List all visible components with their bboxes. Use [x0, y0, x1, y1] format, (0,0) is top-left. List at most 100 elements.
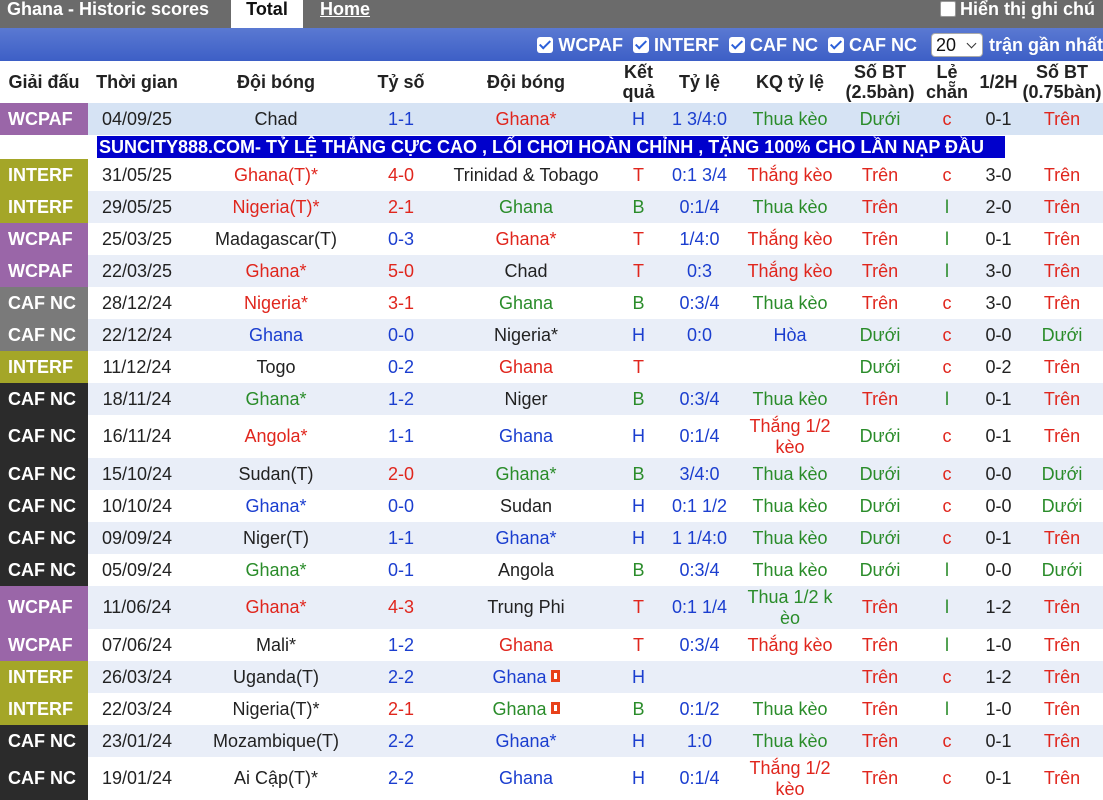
- score-cell[interactable]: 0-2: [366, 351, 436, 383]
- table-row[interactable]: CAF NC 15/10/24 Sudan(T) 2-0 Ghana* B 3/4:0 Thu…: [0, 458, 1103, 490]
- col-over-under[interactable]: Số BT (2.5bàn): [842, 61, 918, 103]
- home-team-cell[interactable]: Nigeria*: [186, 287, 366, 319]
- score-cell[interactable]: 3-1: [366, 287, 436, 319]
- home-team-cell[interactable]: Ghana*: [186, 554, 366, 586]
- table-row[interactable]: CAF NC 09/09/24 Niger(T) 1-1 Ghana* H 1 1/4:0 T…: [0, 522, 1103, 554]
- table-row[interactable]: INTERF 11/12/24 Togo 0-2 Ghana T Dưới c 0-2 Trên: [0, 351, 1103, 383]
- checkbox-icon[interactable]: [728, 37, 745, 53]
- score-cell[interactable]: 0-0: [366, 319, 436, 351]
- home-team-cell[interactable]: Ai Cập(T)*: [186, 757, 366, 800]
- away-team-cell[interactable]: Ghana: [436, 351, 616, 383]
- table-row[interactable]: WCPAF 25/03/25 Madagascar(T) 0-3 Ghana* T 1/4:…: [0, 223, 1103, 255]
- competition-cell[interactable]: WCPAF: [0, 103, 88, 135]
- competition-cell[interactable]: WCPAF: [0, 629, 88, 661]
- show-notes-checkbox[interactable]: [940, 1, 956, 17]
- competition-cell[interactable]: WCPAF: [0, 255, 88, 287]
- tab-home[interactable]: Home: [320, 0, 370, 18]
- competition-cell[interactable]: INTERF: [0, 693, 88, 725]
- filter-caf-nc-1[interactable]: CAF NC: [728, 35, 818, 56]
- table-row[interactable]: WCPAF 22/03/25 Ghana* 5-0 Chad T 0:3 Thắng kèo T…: [0, 255, 1103, 287]
- home-team-cell[interactable]: Mozambique(T): [186, 725, 366, 757]
- score-cell[interactable]: 1-1: [366, 522, 436, 554]
- score-cell[interactable]: 0-3: [366, 223, 436, 255]
- checkbox-icon[interactable]: [827, 37, 844, 53]
- away-team-cell[interactable]: Ghana*: [436, 223, 616, 255]
- competition-cell[interactable]: INTERF: [0, 661, 88, 693]
- score-cell[interactable]: 2-0: [366, 458, 436, 490]
- competition-cell[interactable]: INTERF: [0, 191, 88, 223]
- away-team-cell[interactable]: Ghana: [436, 629, 616, 661]
- score-cell[interactable]: 4-0: [366, 159, 436, 191]
- away-team-cell[interactable]: Ghana*: [436, 458, 616, 490]
- away-team-cell[interactable]: Ghana*: [436, 725, 616, 757]
- home-team-cell[interactable]: Ghana: [186, 319, 366, 351]
- tab-total[interactable]: Total: [231, 0, 303, 28]
- score-cell[interactable]: 1-1: [366, 415, 436, 458]
- away-team-cell[interactable]: Niger: [436, 383, 616, 415]
- competition-cell[interactable]: CAF NC: [0, 757, 88, 800]
- away-team-cell[interactable]: Ghana*: [436, 103, 616, 135]
- col-home-team[interactable]: Đội bóng: [186, 61, 366, 103]
- promo-banner[interactable]: SUNCITY888.COM- TỶ LỆ THẮNG CỰC CAO , LỐ…: [97, 136, 1005, 158]
- competition-cell[interactable]: INTERF: [0, 351, 88, 383]
- home-team-cell[interactable]: Uganda(T): [186, 661, 366, 693]
- col-date[interactable]: Thời gian: [88, 61, 186, 103]
- score-cell[interactable]: 1-1: [366, 103, 436, 135]
- away-team-cell[interactable]: Nigeria*: [436, 319, 616, 351]
- score-cell[interactable]: 1-2: [366, 383, 436, 415]
- home-team-cell[interactable]: Ghana*: [186, 490, 366, 522]
- col-competition[interactable]: Giải đấu: [0, 61, 88, 103]
- col-score[interactable]: Tỷ số: [366, 61, 436, 103]
- score-cell[interactable]: 2-1: [366, 191, 436, 223]
- filter-caf-nc-2[interactable]: CAF NC: [827, 35, 917, 56]
- table-row[interactable]: INTERF 22/03/24 Nigeria(T)* 2-1 Ghana B 0:1/2 T…: [0, 693, 1103, 725]
- col-result[interactable]: Kết quả: [616, 61, 661, 103]
- col-odd-even[interactable]: Lẻ chẵn: [918, 61, 976, 103]
- table-row[interactable]: CAF NC 18/11/24 Ghana* 1-2 Niger B 0:3/4 Thua k…: [0, 383, 1103, 415]
- home-team-cell[interactable]: Ghana(T)*: [186, 159, 366, 191]
- competition-cell[interactable]: CAF NC: [0, 725, 88, 757]
- col-odds[interactable]: Tỷ lệ: [661, 61, 738, 103]
- score-cell[interactable]: 1-2: [366, 629, 436, 661]
- competition-cell[interactable]: CAF NC: [0, 415, 88, 458]
- checkbox-icon[interactable]: [632, 37, 649, 53]
- score-cell[interactable]: 0-0: [366, 490, 436, 522]
- away-team-cell[interactable]: Trinidad & Tobago: [436, 159, 616, 191]
- competition-cell[interactable]: CAF NC: [0, 287, 88, 319]
- table-row[interactable]: CAF NC 23/01/24 Mozambique(T) 2-2 Ghana* H 1:0…: [0, 725, 1103, 757]
- home-team-cell[interactable]: Togo: [186, 351, 366, 383]
- away-team-cell[interactable]: Ghana*: [436, 522, 616, 554]
- home-team-cell[interactable]: Nigeria(T)*: [186, 191, 366, 223]
- away-team-cell[interactable]: Chad: [436, 255, 616, 287]
- checkbox-icon[interactable]: [537, 37, 554, 53]
- competition-cell[interactable]: WCPAF: [0, 586, 88, 629]
- table-row[interactable]: CAF NC 19/01/24 Ai Cập(T)* 2-2 Ghana H 0:1/4 Th…: [0, 757, 1103, 800]
- col-away-team[interactable]: Đội bóng: [436, 61, 616, 103]
- table-row[interactable]: INTERF 26/03/24 Uganda(T) 2-2 Ghana H Trên c 1-2…: [0, 661, 1103, 693]
- competition-cell[interactable]: CAF NC: [0, 554, 88, 586]
- table-row[interactable]: WCPAF 07/06/24 Mali* 1-2 Ghana T 0:3/4 Thắng kè…: [0, 629, 1103, 661]
- home-team-cell[interactable]: Niger(T): [186, 522, 366, 554]
- home-team-cell[interactable]: Ghana*: [186, 586, 366, 629]
- home-team-cell[interactable]: Ghana*: [186, 255, 366, 287]
- away-team-cell[interactable]: Ghana: [436, 191, 616, 223]
- col-over-under-2[interactable]: Số BT (0.75bàn): [1021, 61, 1103, 103]
- home-team-cell[interactable]: Madagascar(T): [186, 223, 366, 255]
- away-team-cell[interactable]: Sudan: [436, 490, 616, 522]
- competition-cell[interactable]: INTERF: [0, 159, 88, 191]
- competition-cell[interactable]: CAF NC: [0, 319, 88, 351]
- score-cell[interactable]: 2-2: [366, 661, 436, 693]
- table-row[interactable]: CAF NC 22/12/24 Ghana 0-0 Nigeria* H 0:0 Hòa Dướ…: [0, 319, 1103, 351]
- table-row[interactable]: INTERF 29/05/25 Nigeria(T)* 2-1 Ghana B 0:1/4 T…: [0, 191, 1103, 223]
- show-notes-toggle[interactable]: Hiển thị ghi chú: [940, 0, 1095, 18]
- table-row[interactable]: WCPAF 04/09/25 Chad 1-1 Ghana* H 1 3/4:0 Thua k…: [0, 103, 1103, 135]
- away-team-cell[interactable]: Ghana: [436, 661, 616, 693]
- away-team-cell[interactable]: Ghana: [436, 693, 616, 725]
- home-team-cell[interactable]: Chad: [186, 103, 366, 135]
- score-cell[interactable]: 4-3: [366, 586, 436, 629]
- competition-cell[interactable]: WCPAF: [0, 223, 88, 255]
- table-row[interactable]: WCPAF 11/06/24 Ghana* 4-3 Trung Phi T 0:1 1/4 T…: [0, 586, 1103, 629]
- table-row[interactable]: CAF NC 10/10/24 Ghana* 0-0 Sudan H 0:1 1/2 Thua…: [0, 490, 1103, 522]
- table-row[interactable]: CAF NC 16/11/24 Angola* 1-1 Ghana H 0:1/4 Thắng…: [0, 415, 1103, 458]
- home-team-cell[interactable]: Mali*: [186, 629, 366, 661]
